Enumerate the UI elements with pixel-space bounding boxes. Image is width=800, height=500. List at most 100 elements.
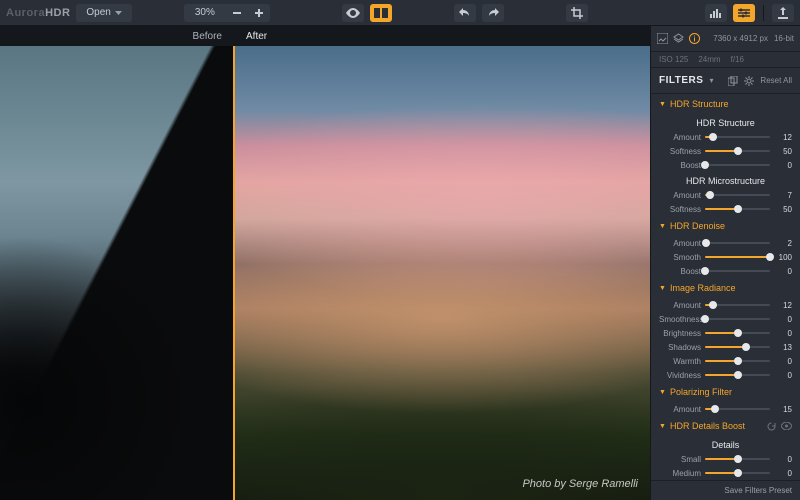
save-preset-button[interactable]: Save Filters Preset xyxy=(651,480,800,500)
slider-row: Amount12 xyxy=(651,130,800,144)
slider-label: Softness xyxy=(659,205,701,214)
slider-label: Amount xyxy=(659,133,701,142)
slider-value: 0 xyxy=(774,371,792,380)
slider-label: Shadows xyxy=(659,343,701,352)
zoom-group: 30% xyxy=(184,4,270,22)
slider-value: 7 xyxy=(774,191,792,200)
collapse-arrow-icon: ▼ xyxy=(659,223,665,230)
slider-value: 0 xyxy=(774,455,792,464)
slider-label: Smoothness xyxy=(659,315,701,324)
section-title: HDR Details Boost xyxy=(670,421,745,431)
after-image xyxy=(234,46,650,500)
export-button[interactable] xyxy=(772,4,794,22)
slider-label: Boost xyxy=(659,161,701,170)
section-header-details[interactable]: ▼ HDR Details Boost xyxy=(651,416,800,436)
brand-suffix: HDR xyxy=(45,7,70,19)
slider-control[interactable] xyxy=(705,252,770,262)
slider-row: Amount2 xyxy=(651,236,800,250)
slider-label: Softness xyxy=(659,147,701,156)
slider-value: 50 xyxy=(774,147,792,156)
layers-icon[interactable] xyxy=(673,33,684,44)
slider-control[interactable] xyxy=(705,314,770,324)
section-header-denoise[interactable]: ▼ HDR Denoise xyxy=(651,216,800,236)
compare-divider-handle[interactable] xyxy=(233,46,235,500)
slider-row: Warmth0 xyxy=(651,354,800,368)
section-header-structure[interactable]: ▼ HDR Structure xyxy=(651,94,800,114)
slider-control[interactable] xyxy=(705,468,770,478)
slider-label: Smooth xyxy=(659,253,701,262)
slider-control[interactable] xyxy=(705,370,770,380)
right-panel: 7360 x 4912 px 16-bit ISO 125 24mm f/16 … xyxy=(650,26,800,500)
slider-control[interactable] xyxy=(705,328,770,338)
slider-label: Warmth xyxy=(659,357,701,366)
plus-icon xyxy=(254,8,264,18)
slider-label: Brightness xyxy=(659,329,701,338)
exif-iso: ISO 125 xyxy=(659,55,688,64)
slider-row: Amount12 xyxy=(651,298,800,312)
image-info-icon[interactable] xyxy=(657,33,668,44)
slider-value: 0 xyxy=(774,469,792,478)
redo-button[interactable] xyxy=(482,4,504,22)
slider-control[interactable] xyxy=(705,404,770,414)
slider-control[interactable] xyxy=(705,132,770,142)
main-area: Before After Photo by Serge Ramelli 7360… xyxy=(0,26,800,500)
zoom-out-button[interactable] xyxy=(226,4,248,22)
copy-filters-icon[interactable] xyxy=(728,76,738,86)
slider-control[interactable] xyxy=(705,454,770,464)
slider-control[interactable] xyxy=(705,266,770,276)
image-compare-viewport[interactable]: Photo by Serge Ramelli xyxy=(0,46,650,500)
slider-value: 13 xyxy=(774,343,792,352)
slider-row: Softness 50 xyxy=(651,202,800,216)
reset-section-icon[interactable] xyxy=(767,422,776,431)
app-brand: AuroraHDR xyxy=(6,7,70,19)
slider-row: Boost0 xyxy=(651,158,800,172)
undo-button[interactable] xyxy=(454,4,476,22)
section-header-radiance[interactable]: ▼ Image Radiance xyxy=(651,278,800,298)
slider-control[interactable] xyxy=(705,356,770,366)
slider-value: 50 xyxy=(774,205,792,214)
section-header-polarizing[interactable]: ▼ Polarizing Filter xyxy=(651,382,800,402)
slider-control[interactable] xyxy=(705,160,770,170)
crop-button[interactable] xyxy=(566,4,588,22)
brand-prefix: Aurora xyxy=(6,7,45,19)
collapse-arrow-icon: ▼ xyxy=(659,389,665,396)
zoom-level-button[interactable]: 30% xyxy=(184,4,226,22)
slider-label: Amount xyxy=(659,405,701,414)
slider-control[interactable] xyxy=(705,238,770,248)
subhead-structure: HDR Structure xyxy=(651,114,800,130)
exif-bar: ISO 125 24mm f/16 xyxy=(651,52,800,68)
histogram-button[interactable] xyxy=(705,4,727,22)
slider-row: Smooth100 xyxy=(651,250,800,264)
tab-after[interactable]: After xyxy=(234,26,279,46)
slider-row: Vividness 0 xyxy=(651,368,800,382)
zoom-value: 30% xyxy=(195,7,215,18)
slider-row: Amount15 xyxy=(651,402,800,416)
histogram-icon xyxy=(709,8,723,18)
chevron-down-icon xyxy=(115,11,122,15)
slider-rows: Small0Medium0Large0 xyxy=(651,452,800,480)
slider-row: Softness 50 xyxy=(651,144,800,158)
slider-control[interactable] xyxy=(705,190,770,200)
tab-before[interactable]: Before xyxy=(0,26,234,46)
eye-icon xyxy=(346,8,360,18)
compare-toggle-button[interactable] xyxy=(370,4,392,22)
slider-label: Vividness xyxy=(659,371,701,380)
zoom-in-button[interactable] xyxy=(248,4,270,22)
preview-eye-button[interactable] xyxy=(342,4,364,22)
image-dimensions: 7360 x 4912 px xyxy=(713,34,768,43)
slider-control[interactable] xyxy=(705,146,770,156)
gear-icon[interactable] xyxy=(744,76,754,86)
slider-control[interactable] xyxy=(705,204,770,214)
save-preset-label: Save Filters Preset xyxy=(724,486,792,495)
slider-control[interactable] xyxy=(705,342,770,352)
slider-value: 0 xyxy=(774,267,792,276)
slider-row: Amount7 xyxy=(651,188,800,202)
filters-scroll[interactable]: ▼ HDR Structure HDR Structure Amount12So… xyxy=(651,94,800,480)
eye-icon[interactable] xyxy=(781,422,792,431)
info-icon[interactable] xyxy=(689,33,700,44)
filters-panel-button[interactable] xyxy=(733,4,755,22)
reset-all-button[interactable]: Reset All xyxy=(760,76,792,85)
slider-control[interactable] xyxy=(705,300,770,310)
open-button[interactable]: Open xyxy=(76,4,131,22)
chevron-down-icon[interactable]: ▾ xyxy=(709,76,713,85)
